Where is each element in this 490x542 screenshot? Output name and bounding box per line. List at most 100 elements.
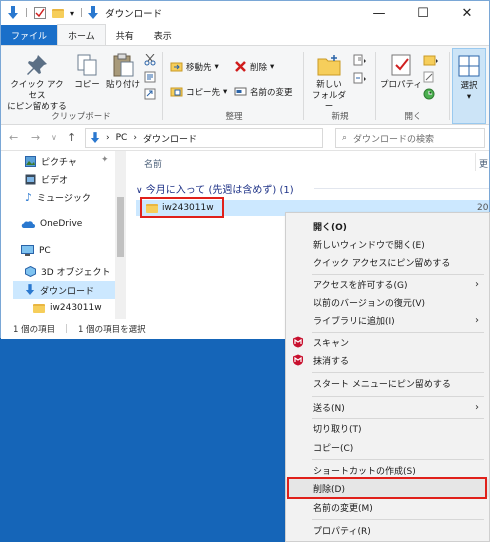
up-arrow-icon[interactable]: ↑ bbox=[67, 131, 76, 144]
nav-item-videos[interactable]: ビデオ bbox=[25, 173, 68, 186]
dropdown-arrow-icon: ▾ bbox=[466, 92, 472, 102]
breadcrumb-separator-icon: › bbox=[106, 133, 110, 143]
select-button[interactable]: 選択 ▾ bbox=[455, 53, 483, 103]
new-item-icon[interactable] bbox=[353, 54, 367, 66]
pin-icon: ✦ bbox=[101, 155, 109, 165]
maximize-button[interactable]: ☐ bbox=[401, 1, 445, 25]
copy-to-button[interactable]: コピー先 ▾ bbox=[170, 85, 227, 98]
move-folder-icon bbox=[170, 62, 183, 72]
nav-item-pictures[interactable]: ピクチャ bbox=[25, 155, 77, 168]
copy-folder-icon bbox=[170, 87, 183, 97]
group-header[interactable]: ∨ 今月に入って (先週は含めず) (1) bbox=[136, 181, 294, 196]
menu-item-properties[interactable]: プロパティ(R) bbox=[286, 521, 489, 539]
menu-item-send-to[interactable]: 送る(N) › bbox=[286, 398, 489, 416]
dropdown-arrow-icon: ▾ bbox=[214, 61, 219, 72]
recent-dropdown-icon[interactable]: ∨ bbox=[51, 133, 57, 142]
nav-scrollbar[interactable] bbox=[115, 151, 126, 319]
tab-home[interactable]: ホーム bbox=[57, 24, 106, 45]
folder-icon bbox=[33, 303, 45, 313]
address-bar-row: ← → ∨ ↑ › PC › ダウンロード ⌕ ダウンロードの検索 bbox=[1, 125, 489, 151]
menu-item-scan[interactable]: スキャン bbox=[286, 333, 489, 351]
column-header-updated[interactable]: 更 bbox=[479, 157, 488, 170]
new-folder-button[interactable]: 新しい フォルダー bbox=[309, 52, 349, 113]
ribbon: クイック アクセス にピン留めする コピー 貼り付け クリップボード 移動先▾ bbox=[1, 45, 489, 125]
back-arrow-icon[interactable]: ← bbox=[9, 131, 18, 144]
search-icon: ⌕ bbox=[342, 133, 348, 143]
properties-ribbon-button[interactable]: プロパティ bbox=[379, 52, 423, 91]
menu-item-add-to-library[interactable]: ライブラリに追加(I) › bbox=[286, 311, 489, 329]
menu-item-label: クイック アクセスにピン留めする bbox=[313, 258, 451, 269]
properties-check-icon[interactable] bbox=[34, 7, 47, 19]
cube-icon bbox=[25, 266, 36, 277]
nav-item-label: ダウンロード bbox=[40, 286, 95, 297]
edit-icon[interactable] bbox=[423, 71, 435, 83]
properties-icon bbox=[391, 54, 411, 76]
videos-icon bbox=[25, 174, 36, 185]
cut-scissors-icon[interactable] bbox=[144, 54, 156, 66]
nav-item-pc[interactable]: PC bbox=[21, 245, 51, 256]
new-folder-icon[interactable] bbox=[52, 8, 65, 18]
open-folder-icon[interactable] bbox=[423, 54, 439, 66]
menu-item-pin-start[interactable]: スタート メニューにピン留めする bbox=[286, 374, 489, 392]
nav-item-onedrive[interactable]: OneDrive bbox=[21, 219, 82, 229]
easy-access-icon[interactable] bbox=[353, 72, 367, 84]
select-label: 選択 bbox=[460, 81, 478, 91]
address-box[interactable]: › PC › ダウンロード bbox=[85, 128, 323, 148]
nav-item-music[interactable]: ♪ ミュージック bbox=[25, 191, 91, 204]
delete-ribbon-button[interactable]: 削除 ▾ bbox=[234, 60, 274, 73]
breadcrumb-pc[interactable]: PC bbox=[116, 133, 128, 143]
rename-icon bbox=[234, 87, 247, 96]
menu-item-label: コピー(C) bbox=[313, 443, 354, 454]
menu-item-label: 以前のバージョンの復元(V) bbox=[313, 298, 425, 309]
menu-item-copy[interactable]: コピー(C) bbox=[286, 438, 489, 456]
mcafee-shield-icon bbox=[293, 354, 303, 366]
pin-quick-access-button[interactable]: クイック アクセス にピン留めする bbox=[7, 52, 67, 113]
tab-file[interactable]: ファイル bbox=[1, 25, 58, 45]
group-divider bbox=[162, 52, 163, 120]
column-header-name[interactable]: 名前 bbox=[144, 157, 162, 170]
customize-dropdown-icon[interactable]: ▾ bbox=[70, 9, 74, 18]
nav-item-iw243011w[interactable]: iw243011w bbox=[33, 303, 102, 313]
dropdown-arrow-icon: ▾ bbox=[223, 86, 228, 97]
copy-path-icon[interactable] bbox=[144, 71, 156, 83]
menu-separator bbox=[312, 519, 484, 520]
copy-button[interactable]: コピー bbox=[73, 52, 101, 91]
history-icon[interactable] bbox=[423, 88, 435, 100]
tab-share[interactable]: 共有 bbox=[106, 25, 144, 45]
paste-button[interactable]: 貼り付け bbox=[105, 52, 141, 91]
nav-item-3d-objects[interactable]: 3D オブジェクト bbox=[25, 265, 111, 278]
group-divider bbox=[449, 52, 450, 120]
paste-shortcut-icon[interactable] bbox=[144, 88, 156, 100]
menu-item-cut[interactable]: 切り取り(T) bbox=[286, 419, 489, 437]
breadcrumb-downloads[interactable]: ダウンロード bbox=[143, 132, 197, 145]
menu-item-pin-quick-access[interactable]: クイック アクセスにピン留めする bbox=[286, 253, 489, 271]
status-item-count: 1 個の項目 bbox=[13, 325, 56, 335]
menu-item-open-new-window[interactable]: 新しいウィンドウで開く(E) bbox=[286, 235, 489, 253]
menu-item-label: プロパティ(R) bbox=[313, 526, 371, 537]
properties-label: プロパティ bbox=[380, 80, 422, 90]
column-divider bbox=[475, 153, 476, 171]
minimize-button[interactable]: — bbox=[357, 1, 401, 25]
pin-icon bbox=[27, 55, 47, 75]
close-button[interactable]: ✕ bbox=[445, 1, 489, 25]
menu-item-open[interactable]: 開く(O) bbox=[286, 217, 489, 235]
group-new: 新しい フォルダー 新規 bbox=[305, 48, 375, 124]
move-to-button[interactable]: 移動先 ▾ bbox=[170, 60, 219, 73]
scrollbar-thumb[interactable] bbox=[117, 197, 124, 257]
group-divider bbox=[375, 52, 376, 120]
file-highlight-box bbox=[140, 197, 224, 218]
menu-item-restore-versions[interactable]: 以前のバージョンの復元(V) bbox=[286, 293, 489, 311]
menu-item-label: 送る(N) bbox=[313, 403, 345, 414]
rename-ribbon-button[interactable]: 名前の変更 bbox=[234, 85, 293, 98]
menu-item-shred[interactable]: 抹消する bbox=[286, 351, 489, 369]
nav-item-downloads[interactable]: ダウンロード bbox=[13, 281, 115, 299]
group-header-label: 今月に入って (先週は含めず) (1) bbox=[145, 185, 294, 196]
search-input[interactable]: ⌕ ダウンロードの検索 bbox=[335, 128, 485, 148]
tab-view[interactable]: 表示 bbox=[144, 25, 182, 45]
open-group-label: 開く bbox=[404, 112, 422, 122]
select-grid-icon bbox=[458, 55, 480, 77]
cloud-icon bbox=[21, 220, 35, 228]
forward-arrow-icon[interactable]: → bbox=[31, 131, 40, 144]
menu-item-rename[interactable]: 名前の変更(M) bbox=[286, 498, 489, 516]
menu-item-give-access[interactable]: アクセスを許可する(G) › bbox=[286, 275, 489, 293]
